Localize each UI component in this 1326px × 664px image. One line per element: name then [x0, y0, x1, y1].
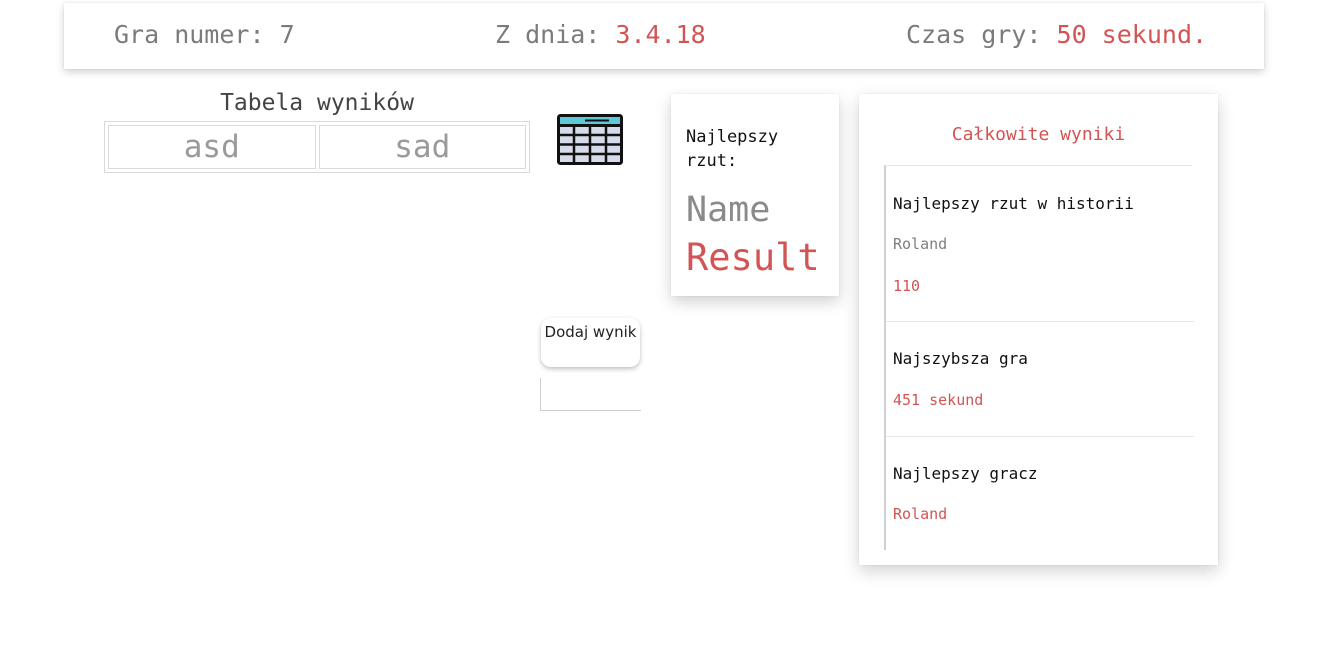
result-input-area[interactable] — [540, 378, 641, 411]
table-cell[interactable]: asd — [108, 125, 316, 169]
date-label: Z dnia: — [495, 20, 601, 49]
add-result-button[interactable]: Dodaj wynik — [541, 318, 640, 367]
best-throw-history-heading: Najlepszy rzut w historii — [893, 194, 1134, 213]
fastest-game-value: 451 sekund — [893, 391, 984, 409]
best-throw-label: Najlepszy rzut: — [686, 127, 779, 171]
totals-list: Najlepszy rzut w historii Roland 110 Naj… — [884, 165, 1194, 551]
table-icon[interactable] — [557, 114, 623, 165]
totals-title: Całkowite wyniki — [951, 124, 1126, 145]
date-value: 3.4.18 — [615, 20, 706, 49]
time-label: Czas gry: — [906, 20, 1042, 49]
game-time: Czas gry: 50 sekund. — [906, 20, 1207, 49]
best-throw-history-value: 110 — [893, 277, 921, 295]
totals-card: Całkowite wyniki Najlepszy rzut w histor… — [859, 94, 1218, 565]
best-player-heading: Najlepszy gracz — [893, 464, 1038, 483]
game-number: Gra numer: 7 — [114, 20, 295, 49]
list-item: Najszybsza gra 451 sekund — [886, 322, 1194, 437]
table-row: asd sad — [108, 125, 526, 169]
fastest-game-heading: Najszybsza gra — [893, 349, 1028, 368]
list-item: Najlepszy gracz Roland — [886, 437, 1194, 551]
table-cell[interactable]: sad — [318, 125, 526, 169]
best-throw-result: Result — [686, 236, 820, 279]
game-date: Z dnia: 3.4.18 — [495, 20, 706, 49]
best-throw-history-player: Roland — [893, 235, 948, 253]
best-throw-name: Name — [686, 190, 771, 230]
game-header-bar: Gra numer: 7 Z dnia: 3.4.18 Czas gry: 50… — [64, 3, 1264, 69]
best-throw-card: Najlepszy rzut: Name Result — [671, 94, 839, 296]
time-value: 50 sekund. — [1056, 20, 1208, 49]
score-table: asd sad — [104, 121, 530, 173]
score-table-title: Tabela wyników — [220, 90, 414, 116]
best-player-value: Roland — [893, 505, 948, 523]
list-item: Najlepszy rzut w historii Roland 110 — [886, 166, 1194, 322]
